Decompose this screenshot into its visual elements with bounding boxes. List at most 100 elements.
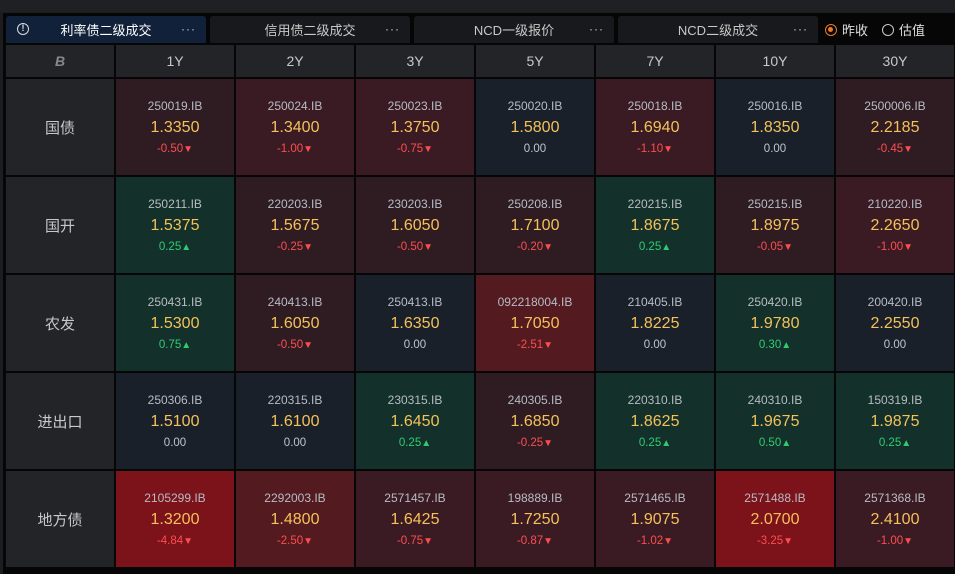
change-value: 0.30 — [758, 338, 782, 351]
more-options-icon[interactable]: ··· — [589, 22, 604, 36]
radio-circle-icon[interactable] — [825, 23, 837, 36]
bond-cell[interactable]: 198889.IB 1.7250 -0.87▼ — [476, 471, 594, 567]
down-arrow-icon: ▼ — [543, 535, 554, 547]
bond-yield: 1.6425 — [390, 510, 440, 528]
bond-cell[interactable]: 250211.IB 1.5375 0.25▲ — [116, 177, 234, 273]
change-value: -3.25 — [756, 534, 784, 547]
bond-yield: 1.7100 — [510, 216, 560, 234]
bond-cell[interactable]: 230315.IB 1.6450 0.25▲ — [356, 373, 474, 469]
down-arrow-icon: ▼ — [303, 241, 314, 253]
bond-cell[interactable]: 230203.IB 1.6050 -0.50▼ — [356, 177, 474, 273]
radio-circle-icon[interactable] — [882, 23, 895, 36]
bond-cell[interactable]: 2500006.IB 2.2185 -0.45▼ — [836, 79, 954, 175]
change-value: 0.25 — [638, 436, 662, 449]
bond-change: 0.25▲ — [879, 434, 911, 452]
bond-cell[interactable]: 250306.IB 1.5100 0.00 — [116, 373, 234, 469]
bond-change: 0.25▲ — [639, 434, 671, 452]
bond-change: -0.25▼ — [277, 238, 313, 256]
bond-yield: 1.6050 — [390, 216, 440, 234]
up-arrow-icon: ▲ — [181, 339, 192, 351]
change-value: -2.51 — [516, 338, 544, 351]
radio-option-0[interactable]: 昨收 — [825, 20, 868, 39]
bond-code: 2292003.IB — [264, 490, 326, 505]
bond-cell[interactable]: 250413.IB 1.6350 0.00 — [356, 275, 474, 371]
change-value: -0.50 — [276, 338, 304, 351]
bond-cell[interactable]: 250018.IB 1.6940 -1.10▼ — [596, 79, 714, 175]
bond-code: 250420.IB — [747, 294, 803, 309]
bond-code: 2571465.IB — [624, 490, 686, 505]
bond-cell[interactable]: 200420.IB 2.2550 0.00 — [836, 275, 954, 371]
tenor-header[interactable]: 5Y — [476, 45, 594, 77]
bond-yield: 1.7050 — [510, 314, 560, 332]
tab-1[interactable]: 信用债二级成交 ··· — [210, 16, 410, 43]
tenor-header[interactable]: 2Y — [236, 45, 354, 77]
more-options-icon[interactable]: ··· — [793, 22, 808, 36]
bond-yield: 1.6350 — [390, 314, 440, 332]
bond-change: -0.20▼ — [517, 238, 553, 256]
down-arrow-icon: ▼ — [303, 143, 314, 155]
bond-cell[interactable]: 250431.IB 1.5300 0.75▲ — [116, 275, 234, 371]
bond-yield: 1.5375 — [150, 216, 200, 234]
more-options-icon[interactable]: ··· — [181, 22, 196, 36]
tenor-header[interactable]: 3Y — [356, 45, 474, 77]
bond-cell[interactable]: 2571368.IB 2.4100 -1.00▼ — [836, 471, 954, 567]
bond-code: 220215.IB — [627, 196, 683, 211]
bond-cell[interactable]: 250019.IB 1.3350 -0.50▼ — [116, 79, 234, 175]
bond-yield: 1.8225 — [630, 314, 680, 332]
tab-2[interactable]: NCD一级报价 ··· — [414, 16, 614, 43]
bond-cell[interactable]: 210405.IB 1.8225 0.00 — [596, 275, 714, 371]
bond-yield: 1.8625 — [630, 412, 680, 430]
bond-yield: 1.6850 — [510, 412, 560, 430]
tenor-header[interactable]: 1Y — [116, 45, 234, 77]
bond-change: -1.00▼ — [277, 140, 313, 158]
bond-code: 220310.IB — [627, 392, 683, 407]
bond-yield: 2.0700 — [750, 510, 800, 528]
bond-cell[interactable]: 240305.IB 1.6850 -0.25▼ — [476, 373, 594, 469]
bond-yield: 2.2650 — [870, 216, 920, 234]
bond-code: 2571368.IB — [864, 490, 926, 505]
bond-code: 2571457.IB — [384, 490, 446, 505]
bond-cell[interactable]: 220215.IB 1.8675 0.25▲ — [596, 177, 714, 273]
change-value: 0.00 — [763, 142, 787, 155]
bond-cell[interactable]: 250024.IB 1.3400 -1.00▼ — [236, 79, 354, 175]
bond-change: -1.00▼ — [877, 238, 913, 256]
bond-cell[interactable]: 250420.IB 1.9780 0.30▲ — [716, 275, 834, 371]
bond-cell[interactable]: 250023.IB 1.3750 -0.75▼ — [356, 79, 474, 175]
tenor-header[interactable]: 30Y — [836, 45, 954, 77]
up-arrow-icon: ▲ — [661, 241, 672, 253]
bond-cell[interactable]: 250208.IB 1.7100 -0.20▼ — [476, 177, 594, 273]
bond-cell[interactable]: 220310.IB 1.8625 0.25▲ — [596, 373, 714, 469]
more-options-icon[interactable]: ··· — [385, 22, 400, 36]
change-value: 0.00 — [883, 338, 907, 351]
bond-cell[interactable]: 250215.IB 1.8975 -0.05▼ — [716, 177, 834, 273]
radio-option-1[interactable]: 估值 — [882, 20, 925, 39]
bond-yield: 1.3750 — [390, 118, 440, 136]
tab-3[interactable]: NCD二级成交 ··· — [618, 16, 818, 43]
tenor-header[interactable]: 7Y — [596, 45, 714, 77]
bond-cell[interactable]: 2571465.IB 1.9075 -1.02▼ — [596, 471, 714, 567]
bond-cell[interactable]: 240310.IB 1.9675 0.50▲ — [716, 373, 834, 469]
bond-cell[interactable]: 210220.IB 2.2650 -1.00▼ — [836, 177, 954, 273]
bond-cell[interactable]: 240413.IB 1.6050 -0.50▼ — [236, 275, 354, 371]
tab-label: NCD二级成交 — [677, 23, 759, 38]
change-value: -0.05 — [756, 240, 784, 253]
down-arrow-icon: ▼ — [903, 241, 914, 253]
tab-0[interactable]: ! 利率债二级成交 ··· — [6, 16, 206, 43]
bond-cell[interactable]: 250016.IB 1.8350 0.00 — [716, 79, 834, 175]
bond-cell[interactable]: 2571457.IB 1.6425 -0.75▼ — [356, 471, 474, 567]
bond-cell[interactable]: 2292003.IB 1.4800 -2.50▼ — [236, 471, 354, 567]
change-value: 0.75 — [158, 338, 182, 351]
bond-cell[interactable]: 220315.IB 1.6100 0.00 — [236, 373, 354, 469]
row-label: 地方债 — [6, 471, 114, 567]
bond-cell[interactable]: 2571488.IB 2.0700 -3.25▼ — [716, 471, 834, 567]
bond-cell[interactable]: 220203.IB 1.5675 -0.25▼ — [236, 177, 354, 273]
bond-cell[interactable]: 2105299.IB 1.3200 -4.84▼ — [116, 471, 234, 567]
bond-cell[interactable]: 250020.IB 1.5800 0.00 — [476, 79, 594, 175]
bond-code: 2571488.IB — [744, 490, 806, 505]
change-value: 0.00 — [163, 436, 187, 449]
bond-cell[interactable]: 092218004.IB 1.7050 -2.51▼ — [476, 275, 594, 371]
info-icon[interactable]: ! — [17, 23, 29, 35]
bond-change: -0.05▼ — [757, 238, 793, 256]
bond-cell[interactable]: 150319.IB 1.9875 0.25▲ — [836, 373, 954, 469]
tenor-header[interactable]: 10Y — [716, 45, 834, 77]
